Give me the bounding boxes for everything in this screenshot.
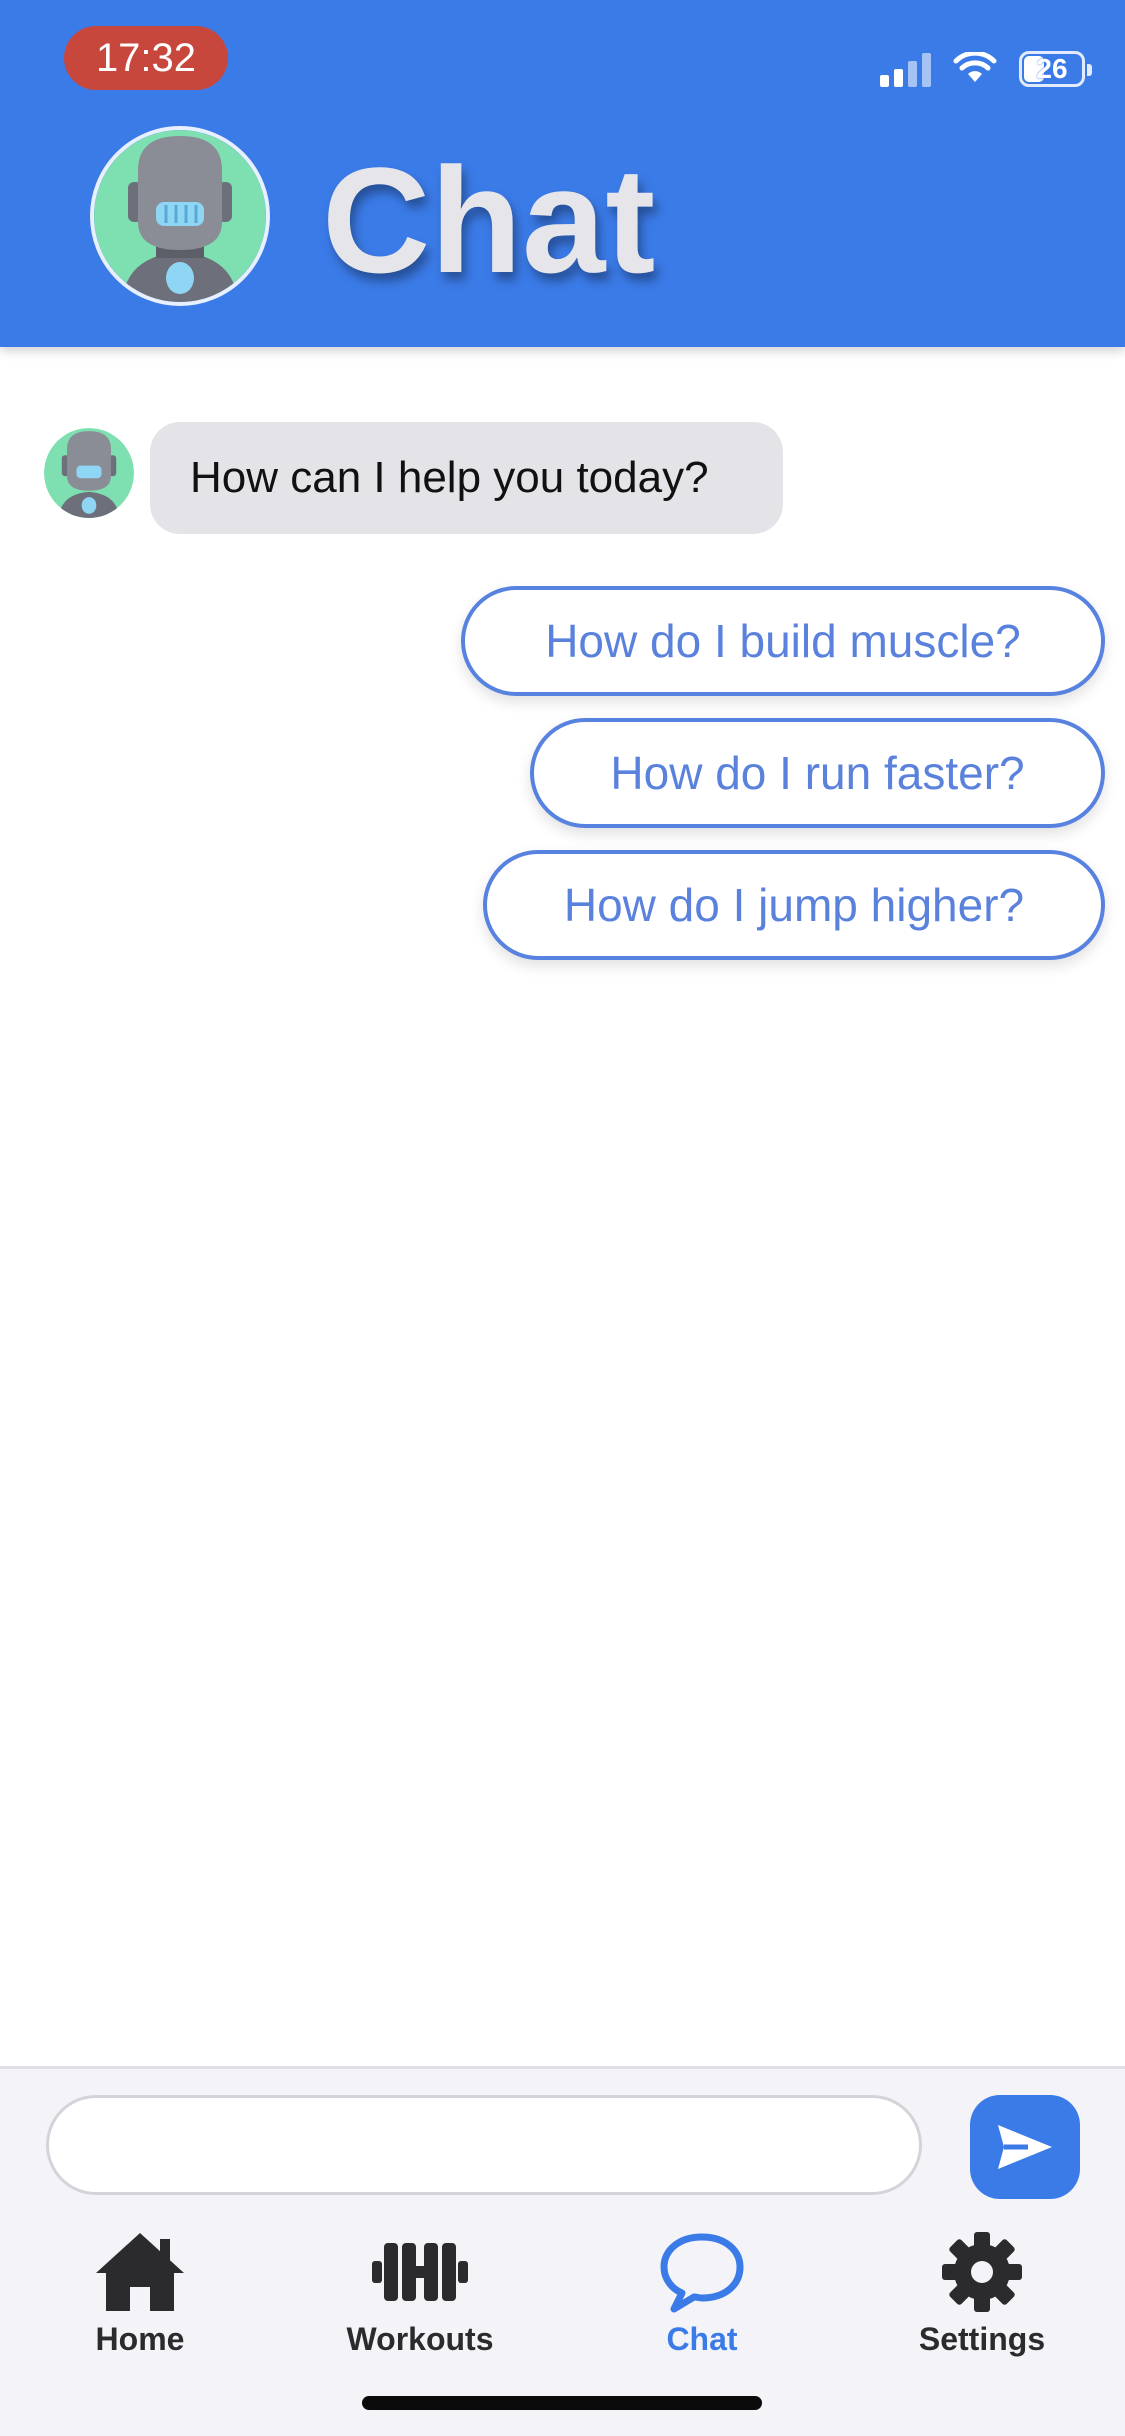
battery-level: 26 — [1036, 53, 1068, 84]
send-icon — [998, 2125, 1052, 2169]
suggestion-build-muscle[interactable]: How do I build muscle? — [461, 586, 1105, 696]
bot-message-bubble: How can I help you today? — [150, 422, 783, 534]
message-input[interactable] — [46, 2095, 922, 2195]
tab-workouts[interactable]: Workouts — [320, 2219, 520, 2369]
status-time: 17:32 — [64, 26, 228, 90]
battery-icon: 26 — [1019, 51, 1092, 87]
tab-bar: Home Workouts Chat Settings — [0, 2219, 1125, 2369]
bot-avatar-icon — [44, 428, 134, 518]
suggestion-jump-higher[interactable]: How do I jump higher? — [483, 850, 1105, 960]
home-indicator[interactable] — [362, 2396, 762, 2410]
tab-settings[interactable]: Settings — [882, 2219, 1082, 2369]
robot-avatar-icon — [90, 126, 270, 306]
tab-home-label: Home — [95, 2321, 185, 2357]
house-icon — [96, 2233, 184, 2311]
speech-bubble-icon — [660, 2233, 744, 2313]
dumbbell-icon — [372, 2243, 468, 2301]
tab-home[interactable]: Home — [40, 2219, 240, 2369]
tab-chat[interactable]: Chat — [602, 2219, 802, 2369]
page-title: Chat — [322, 136, 656, 304]
bottom-panel: Home Workouts Chat Settings — [0, 2066, 1125, 2436]
tab-settings-label: Settings — [918, 2321, 1046, 2357]
tab-chat-label: Chat — [666, 2321, 738, 2357]
send-button[interactable] — [970, 2095, 1080, 2199]
suggestion-run-faster[interactable]: How do I run faster? — [530, 718, 1105, 828]
wifi-icon — [953, 52, 997, 82]
gear-icon — [942, 2232, 1022, 2312]
header-bar: 17:32 26 Chat — [0, 0, 1125, 347]
status-icons: 26 — [880, 46, 1092, 92]
cellular-signal-icon — [880, 51, 931, 87]
chat-screen: 17:32 26 Chat How can I help you today? … — [0, 0, 1125, 2436]
tab-workouts-label: Workouts — [346, 2321, 494, 2357]
